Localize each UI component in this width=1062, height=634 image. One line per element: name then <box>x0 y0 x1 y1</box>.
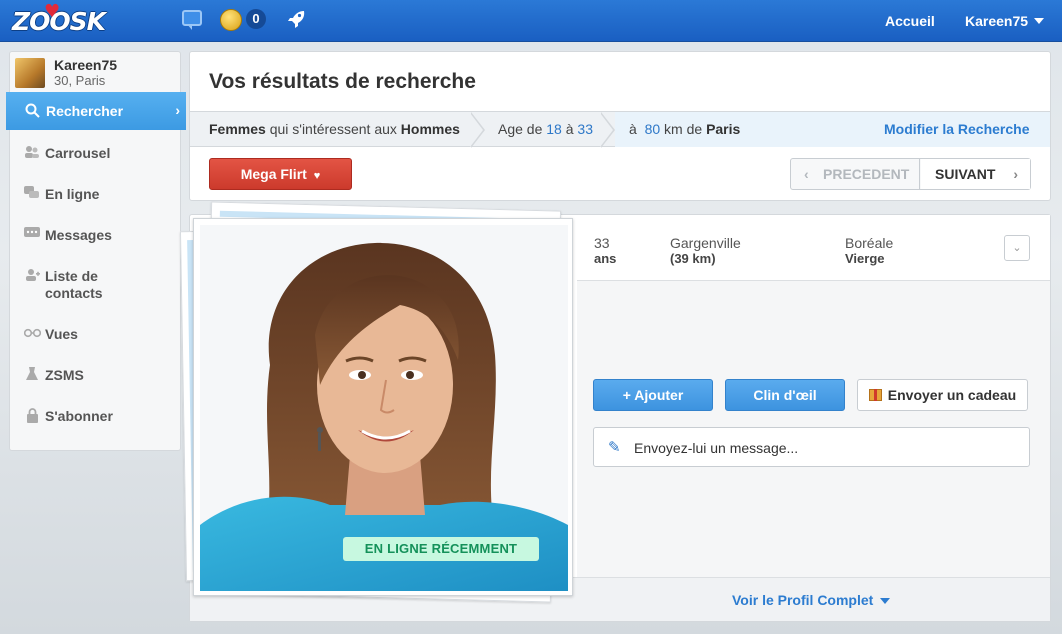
crumb-age-prefix: Age de <box>498 121 543 137</box>
full-profile-link[interactable]: Voir le Profil Complet <box>732 592 873 608</box>
crumb-age[interactable]: Age de 18 à 33 <box>498 112 593 147</box>
mega-flirt-button[interactable]: Mega Flirt ♥ <box>209 158 352 190</box>
crumb-distance[interactable]: à 80 km de Paris <box>629 112 740 147</box>
sidebar-item-en-ligne[interactable]: En ligne <box>10 175 180 213</box>
next-button[interactable]: SUIVANT › <box>921 159 1030 189</box>
chevron-down-icon[interactable]: ⌄ <box>1004 235 1030 261</box>
sidebar-profile[interactable]: Kareen75 30, Paris <box>15 57 175 93</box>
age-unit: ans <box>594 251 617 266</box>
sidebar-item-label: ZSMS <box>45 367 84 383</box>
sidebar-item-carrousel[interactable]: Carrousel <box>10 134 180 172</box>
zsms-icon <box>24 367 40 383</box>
crumb-separator <box>600 112 615 148</box>
page-title: Vos résultats de recherche <box>209 70 476 93</box>
sidebar-item-label: Messages <box>45 227 112 243</box>
age-min: 18 <box>546 121 562 137</box>
send-gift-button[interactable]: Envoyer un cadeau <box>857 379 1028 411</box>
profile-info-row: 33 ans Gargenville (39 km) Boréale Vierg… <box>577 215 1050 281</box>
nav-home-link[interactable]: Accueil <box>885 13 935 29</box>
crumb-city: Paris <box>706 121 741 137</box>
avatar[interactable] <box>15 58 45 88</box>
distance-value: 80 <box>644 121 661 137</box>
search-results-header: Vos résultats de recherche Femmes qui s'… <box>189 51 1051 201</box>
search-criteria-bar: Femmes qui s'intéressent aux Hommes Age … <box>190 111 1050 148</box>
age-sep: à <box>565 121 574 137</box>
sidebar: Kareen75 30, Paris Rechercher › Carrouse… <box>6 51 186 451</box>
profile-photo[interactable]: EN LIGNE RÉCEMMENT <box>193 218 573 596</box>
online-chat-icon <box>24 186 40 202</box>
previous-button[interactable]: ‹ PRECEDENT <box>791 159 920 189</box>
crumb-separator <box>470 112 485 148</box>
heart-icon: ♥ <box>44 1 60 22</box>
crumb-dist-mid: km de <box>664 121 703 137</box>
hearts-icon: ♥ <box>310 170 321 182</box>
town-value: Gargenville <box>670 235 741 251</box>
wink-button[interactable]: Clin d'œil <box>725 379 845 411</box>
crumb-dist-prefix: à <box>629 121 637 137</box>
sidebar-item-label: Liste de contacts <box>45 268 103 301</box>
coins-count-badge[interactable]: 0 <box>246 9 266 29</box>
chat-icon[interactable] <box>182 10 202 30</box>
zoosk-logo[interactable]: ZOOSK ♥ <box>12 1 106 36</box>
top-bar: ZOOSK ♥ 0 Accueil Kareen75 <box>0 0 1062 42</box>
sign-a: Boréale <box>845 235 894 251</box>
profile-sign: Boréale Vierge <box>845 235 893 267</box>
pager: ‹ PRECEDENT SUIVANT › <box>790 158 1031 190</box>
sign-b: Vierge <box>845 251 885 266</box>
sidebar-item-zsms[interactable]: ZSMS <box>10 356 180 394</box>
message-placeholder: Envoyez-lui un message... <box>634 440 799 456</box>
chevron-left-icon: ‹ <box>804 166 809 182</box>
crumb-gender-b: Hommes <box>400 121 460 137</box>
sidebar-item-vues[interactable]: Vues <box>10 315 180 353</box>
age-max: 33 <box>577 121 593 137</box>
sidebar-item-contacts[interactable]: Liste de contacts <box>10 257 180 309</box>
nav-user-menu[interactable]: Kareen75 <box>965 13 1028 29</box>
profile-location: 30, Paris <box>54 73 106 88</box>
online-recently-badge: EN LIGNE RÉCEMMENT <box>343 537 539 561</box>
chevron-right-icon: › <box>175 102 180 118</box>
crumb-gender-a: Femmes <box>209 121 266 137</box>
sidebar-item-label: Carrousel <box>45 145 111 161</box>
next-label: SUIVANT <box>935 166 996 182</box>
age-value: 33 <box>594 235 610 251</box>
lock-icon <box>24 408 40 424</box>
coins-icon[interactable] <box>220 9 242 31</box>
carousel-icon <box>24 145 40 161</box>
sidebar-item-sabonner[interactable]: S'abonner <box>10 397 180 435</box>
profile-location: Gargenville (39 km) <box>670 235 741 267</box>
sidebar-item-label: S'abonner <box>45 408 113 424</box>
chevron-right-icon: › <box>1013 166 1018 182</box>
chevron-down-icon[interactable] <box>1034 18 1044 24</box>
profile-age: 33 ans <box>594 235 616 267</box>
modify-search-link[interactable]: Modifier la Recherche <box>884 112 1030 147</box>
sidebar-item-rechercher[interactable]: Rechercher › <box>6 92 186 130</box>
rocket-icon[interactable] <box>287 9 307 34</box>
gift-icon <box>868 389 882 401</box>
crumb-gender[interactable]: Femmes qui s'intéressent aux Hommes <box>209 112 460 147</box>
sidebar-item-messages[interactable]: Messages <box>10 216 180 254</box>
glasses-icon <box>23 326 42 342</box>
chevron-down-icon[interactable] <box>880 598 890 604</box>
add-button[interactable]: + Ajouter <box>593 379 713 411</box>
distance-value: (39 km) <box>670 251 716 266</box>
crumb-gender-mid: qui s'intéressent aux <box>269 121 397 137</box>
messages-icon <box>24 227 40 243</box>
sidebar-item-label: En ligne <box>45 186 100 202</box>
contacts-icon <box>24 268 40 284</box>
sidebar-item-label: Vues <box>45 326 78 342</box>
sidebar-item-label: Rechercher <box>46 103 124 119</box>
mega-flirt-label: Mega Flirt <box>240 166 307 182</box>
pencil-icon: ✎ <box>608 439 621 456</box>
message-input[interactable]: ✎ Envoyez-lui un message... <box>593 427 1030 467</box>
search-icon <box>24 103 40 119</box>
gift-label: Envoyer un cadeau <box>887 387 1017 403</box>
profile-name[interactable]: Kareen75 <box>54 57 117 73</box>
previous-label: PRECEDENT <box>823 166 910 182</box>
